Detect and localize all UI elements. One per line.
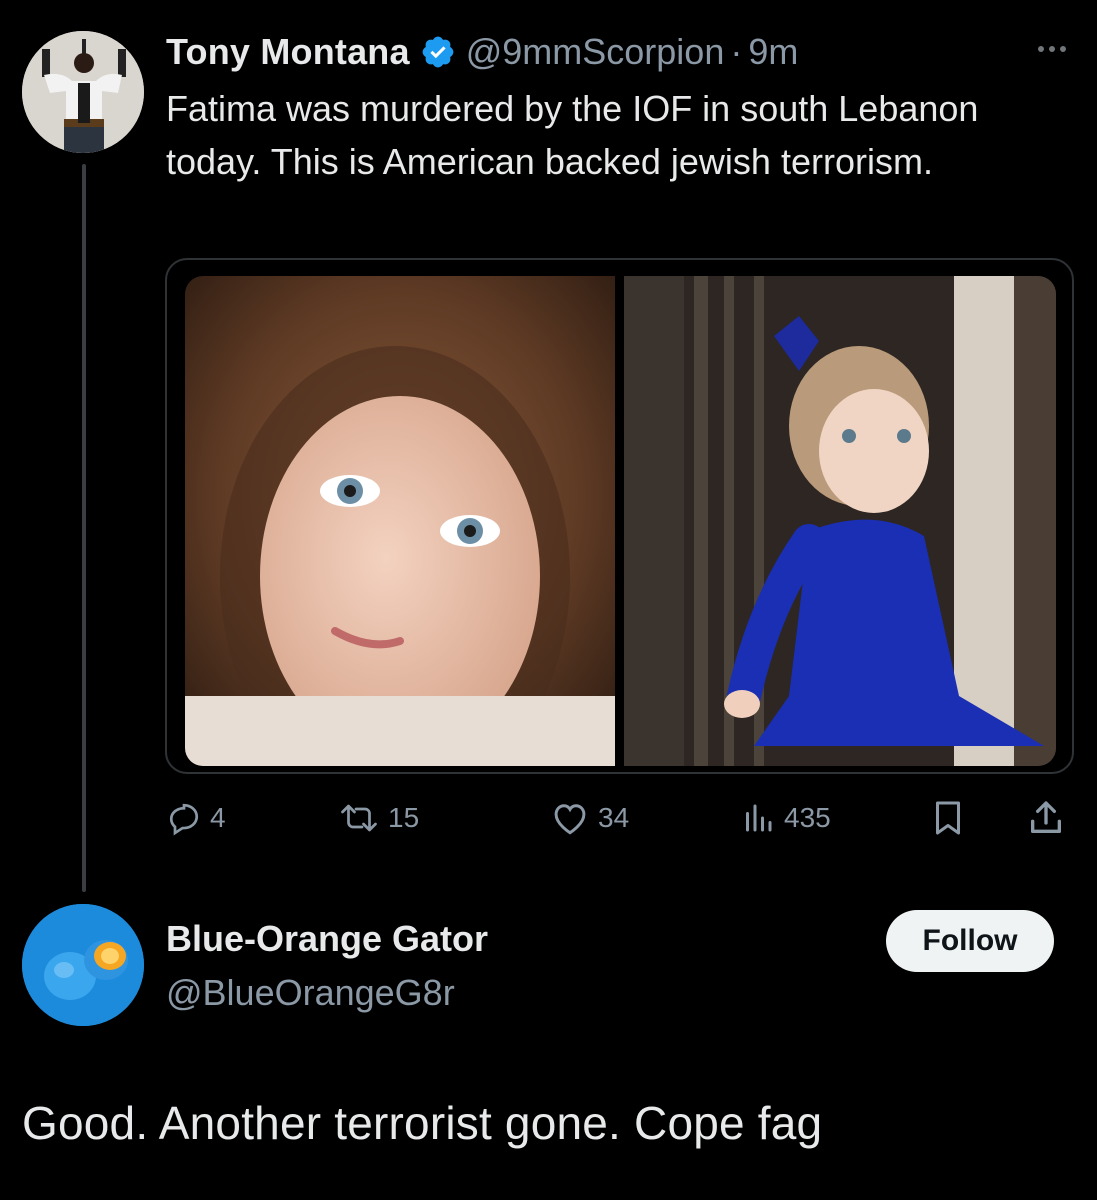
follow-button[interactable]: Follow <box>886 910 1054 972</box>
author-name[interactable]: Tony Montana <box>166 31 410 73</box>
media-photo-2[interactable] <box>624 276 1056 766</box>
repost-icon <box>341 804 377 832</box>
verified-badge-icon <box>422 36 454 68</box>
share-icon <box>1031 801 1061 833</box>
reply-author-handle[interactable]: @BlueOrangeG8r <box>166 972 455 1014</box>
photo-close-up-portrait-icon <box>185 276 615 766</box>
bookmark-button[interactable] <box>930 796 966 840</box>
views-chart-icon <box>746 804 772 832</box>
photo-girl-in-blue-dress-icon <box>624 276 1056 766</box>
bookmark-icon <box>936 801 960 835</box>
like-count: 34 <box>598 802 630 833</box>
reply-count: 4 <box>210 802 226 833</box>
reply-text: Good. Another terrorist gone. Cope fag <box>22 1097 823 1149</box>
heart-icon <box>554 804 586 835</box>
tweet-timestamp[interactable]: 9m <box>748 31 798 73</box>
like-button[interactable]: 34 <box>550 796 629 840</box>
tweet-text: Fatima was murdered by the IOF in south … <box>166 88 979 182</box>
author-handle[interactable]: @9mmScorpion <box>466 31 725 73</box>
repost-count: 15 <box>388 802 420 833</box>
views-button[interactable]: 435 <box>740 796 831 840</box>
avatar-photo-icon <box>22 31 144 153</box>
reply-button[interactable]: 4 <box>166 796 226 840</box>
reply-author-avatar[interactable] <box>22 904 144 1026</box>
reply-author-name[interactable]: Blue-Orange Gator <box>166 918 488 960</box>
share-button[interactable] <box>1026 796 1066 840</box>
media-photo-1[interactable] <box>185 276 615 766</box>
meta-separator: · <box>730 31 743 72</box>
more-options-icon[interactable] <box>1030 38 1074 60</box>
thread-connector-line <box>82 164 86 892</box>
tweet-media-grid <box>165 258 1074 774</box>
author-avatar[interactable] <box>22 31 144 153</box>
reply-icon <box>169 803 199 836</box>
tweet-actions-bar: 4 15 34 435 <box>166 796 1076 840</box>
repost-button[interactable]: 15 <box>338 796 419 840</box>
views-count: 435 <box>784 802 831 833</box>
tweet-header: Tony Montana @9mmScorpion · 9m <box>166 30 798 74</box>
blue-orange-avatar-icon <box>22 904 144 1026</box>
